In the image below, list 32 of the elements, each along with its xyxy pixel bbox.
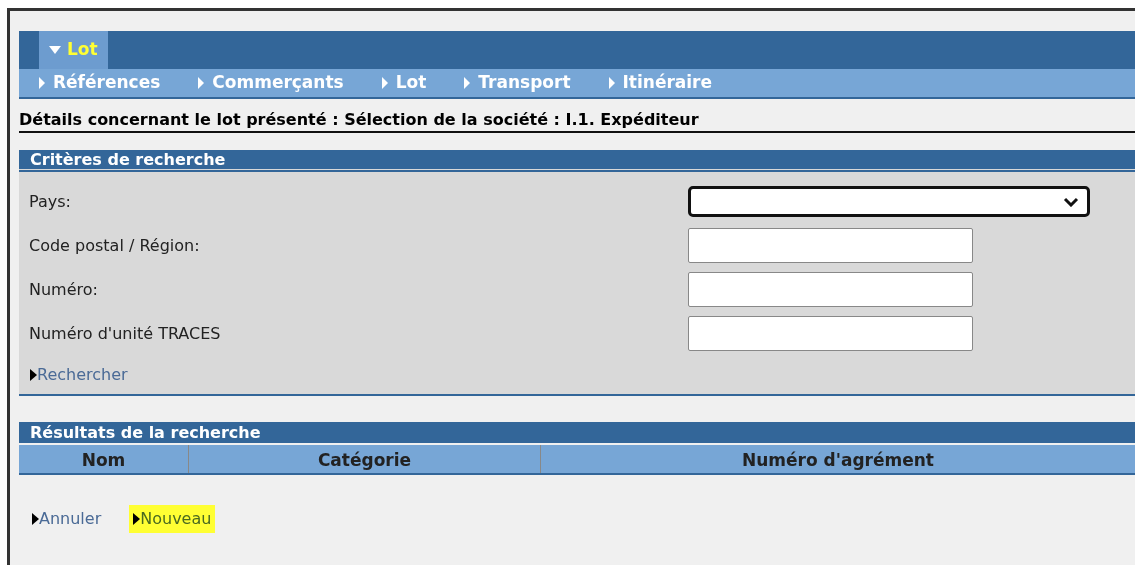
triangle-icon bbox=[30, 369, 37, 381]
chevron-down-icon bbox=[1063, 196, 1079, 207]
column-header: Catégorie bbox=[188, 445, 540, 473]
subnav-link[interactable]: Commerçants bbox=[198, 70, 344, 96]
caret-right-icon bbox=[381, 77, 388, 89]
input-field[interactable] bbox=[688, 272, 973, 307]
action-link[interactable]: Annuler bbox=[28, 505, 106, 533]
search-link[interactable]: Rechercher bbox=[30, 363, 128, 387]
input-field[interactable] bbox=[688, 316, 973, 351]
caret-right-icon bbox=[198, 77, 205, 89]
field-label: Numéro: bbox=[29, 278, 99, 301]
subnav-link[interactable]: Lot bbox=[381, 70, 427, 96]
field-label: Pays: bbox=[29, 190, 72, 213]
field-label: Code postal / Région: bbox=[29, 234, 201, 257]
triangle-icon bbox=[133, 513, 141, 525]
subnav-link[interactable]: Références bbox=[39, 70, 161, 96]
triangle-icon bbox=[32, 513, 39, 525]
section-header: Critères de recherche bbox=[19, 150, 1135, 173]
subnav-link[interactable]: Itinéraire bbox=[608, 70, 713, 96]
column-header: Nom bbox=[80, 449, 127, 472]
page-heading: Détails concernant le lot présenté : Sélection de la société : I.1. Expéditeur bbox=[19, 109, 1135, 133]
field-label: Numéro d'unité TRACES bbox=[29, 322, 222, 345]
caret-right-icon bbox=[608, 77, 615, 89]
subnav-link[interactable]: Transport bbox=[464, 70, 571, 96]
action-link[interactable]: Nouveau bbox=[129, 505, 216, 533]
caret-right-icon bbox=[39, 77, 45, 89]
dropdown-field[interactable] bbox=[688, 186, 1090, 217]
section-header: Résultats de la recherche bbox=[19, 422, 1135, 445]
nav-tab[interactable]: Lot bbox=[39, 31, 108, 69]
caret-right-icon bbox=[464, 77, 471, 89]
column-header: Numéro d'agrément bbox=[540, 445, 1135, 473]
input-field[interactable] bbox=[688, 228, 973, 263]
